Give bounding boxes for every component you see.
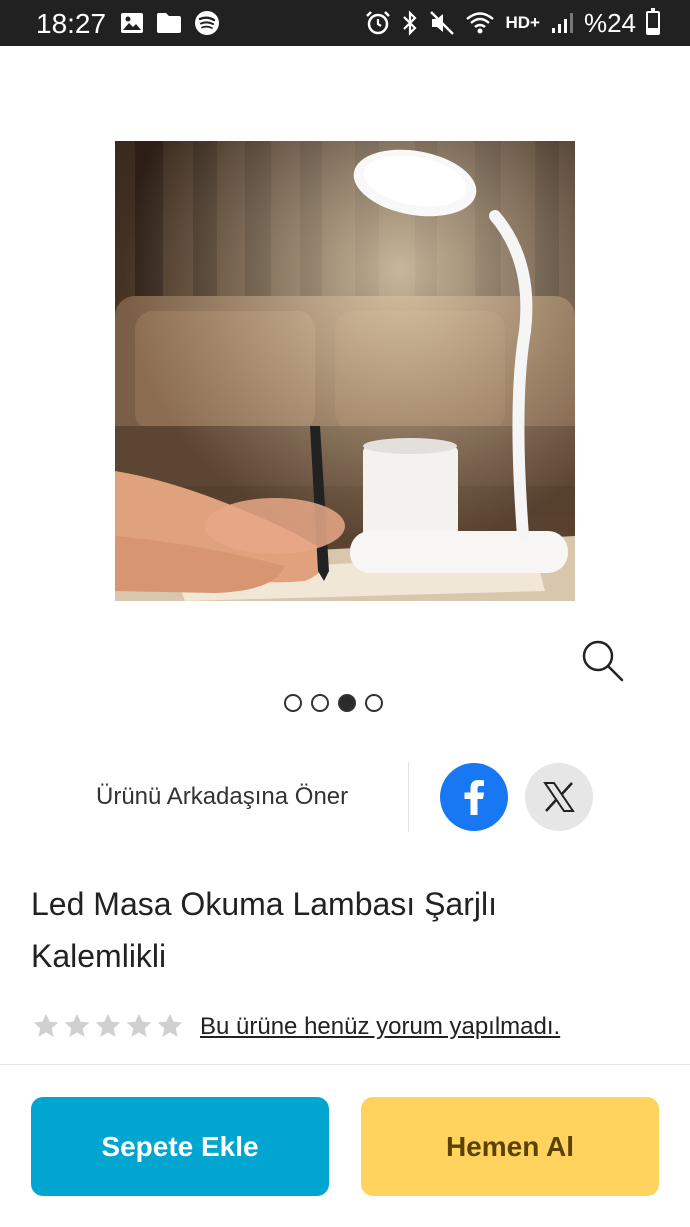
search-icon <box>582 640 624 682</box>
buy-now-button[interactable]: Hemen Al <box>361 1097 659 1196</box>
x-share-button[interactable] <box>525 763 593 831</box>
product-title-line-2: Kalemlikli <box>31 938 167 974</box>
network-label: HD+ <box>505 13 540 32</box>
mute-icon <box>430 11 455 35</box>
spotify-icon <box>195 11 219 35</box>
gallery-dot[interactable] <box>338 694 356 712</box>
product-title: Led Masa Okuma Lambası Şarjlı Kalemlikli <box>31 878 651 982</box>
star-icon <box>126 1013 152 1037</box>
gallery-pagination <box>284 694 383 712</box>
add-to-cart-button[interactable]: Sepete Ekle <box>31 1097 329 1196</box>
alarm-icon <box>366 11 391 35</box>
wifi-icon <box>466 12 495 34</box>
lamp-photo-illustration <box>115 141 575 601</box>
gallery-dot[interactable] <box>365 694 383 712</box>
bluetooth-icon <box>403 10 418 36</box>
product-image[interactable] <box>115 141 575 601</box>
signal-icon <box>551 13 573 33</box>
review-link[interactable]: Bu ürüne henüz yorum yapılmadı. <box>200 1012 560 1042</box>
x-icon <box>543 782 575 812</box>
rating-stars <box>32 1012 184 1040</box>
image-icon <box>121 13 143 33</box>
share-label: Ürünü Arkadaşına Öner <box>96 783 349 810</box>
star-icon <box>157 1013 183 1037</box>
star-icon <box>64 1013 90 1037</box>
status-time: 18:27 <box>36 8 107 39</box>
facebook-icon <box>464 780 484 815</box>
gallery-dot[interactable] <box>311 694 329 712</box>
product-title-line-1: Led Masa Okuma Lambası Şarjlı <box>31 886 497 922</box>
star-icon <box>33 1013 59 1037</box>
zoom-button[interactable] <box>578 636 626 684</box>
bottom-bar-divider <box>0 1064 690 1065</box>
battery-text: %24 <box>583 8 636 38</box>
status-bar: 18:27 HD+ %24 <box>0 0 690 46</box>
folder-icon <box>157 13 181 33</box>
facebook-share-button[interactable] <box>440 763 508 831</box>
share-divider <box>408 762 409 832</box>
star-icon <box>95 1013 121 1037</box>
battery-icon <box>646 8 660 35</box>
gallery-dot[interactable] <box>284 694 302 712</box>
